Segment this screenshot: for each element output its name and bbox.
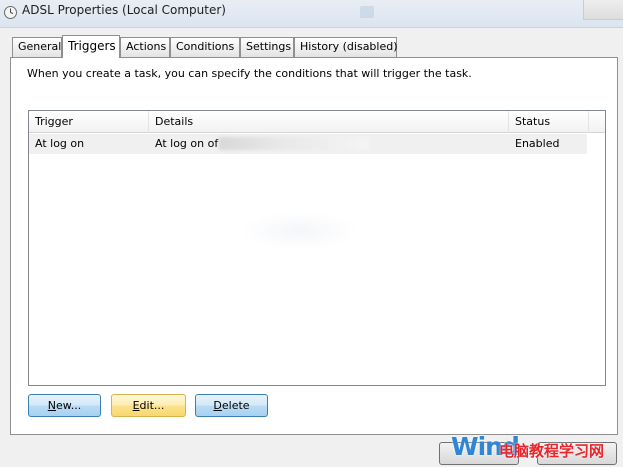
column-header-details[interactable]: Details	[149, 111, 509, 133]
new-mnemonic: N	[47, 399, 56, 412]
window-title: ADSL Properties (Local Computer)	[22, 3, 226, 17]
new-label-rest: ew...	[55, 399, 82, 412]
triggers-list[interactable]: Trigger Details Status At log on At log …	[28, 110, 606, 386]
delete-label-rest: elete	[221, 399, 250, 412]
tab-triggers[interactable]: Triggers	[62, 35, 120, 58]
watermark-chinese-text: 电脑教程学习网	[499, 442, 605, 460]
new-button[interactable]: New...	[28, 394, 101, 417]
edit-label-rest: dit...	[139, 399, 165, 412]
edit-mnemonic: E	[132, 399, 140, 412]
column-header-status[interactable]: Status	[509, 111, 589, 133]
triggers-panel: When you create a task, you can specify …	[10, 57, 618, 435]
list-header: Trigger Details Status	[29, 111, 605, 133]
site-watermark: Wind 电脑教程学习网	[437, 432, 623, 467]
close-button[interactable]	[583, 0, 623, 20]
panel-description: When you create a task, you can specify …	[27, 67, 472, 80]
delete-mnemonic: D	[213, 399, 222, 412]
delete-button[interactable]: Delete	[195, 394, 268, 417]
faded-watermark	[239, 211, 359, 251]
titlebar-blur	[360, 6, 374, 18]
cell-details: At log on of	[155, 137, 219, 150]
column-header-trigger[interactable]: Trigger	[29, 111, 149, 133]
tab-history[interactable]: History (disabled)	[294, 37, 398, 57]
tab-general[interactable]: General	[12, 37, 62, 57]
title-bar[interactable]: ADSL Properties (Local Computer)	[0, 0, 623, 28]
tab-settings[interactable]: Settings	[240, 37, 294, 57]
edit-button[interactable]: Edit...	[111, 394, 186, 417]
tab-actions[interactable]: Actions	[120, 37, 170, 57]
redacted-username	[219, 137, 369, 150]
clock-icon	[4, 6, 17, 19]
cell-status: Enabled	[515, 137, 560, 150]
tab-conditions[interactable]: Conditions	[170, 37, 240, 57]
table-row[interactable]: At log on At log on of Enabled	[29, 134, 587, 154]
cell-trigger: At log on	[35, 137, 85, 150]
